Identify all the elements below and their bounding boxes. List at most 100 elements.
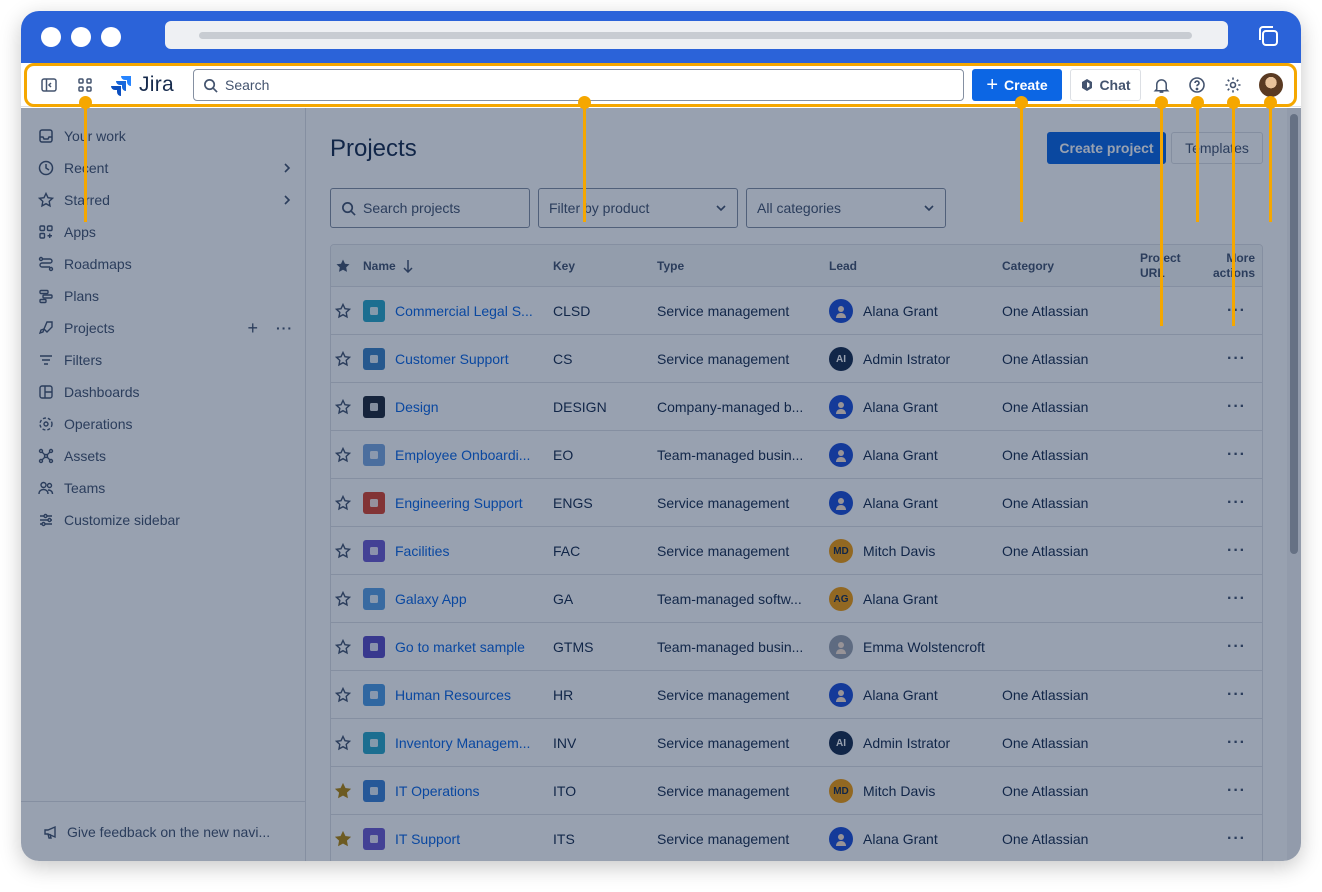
more-actions-icon[interactable]: ··· (1227, 431, 1246, 479)
star-toggle-icon[interactable] (335, 623, 351, 671)
more-actions-icon[interactable]: ··· (1227, 671, 1246, 719)
table-row[interactable]: Facilities FAC Service management MD Mitc… (331, 527, 1262, 575)
project-name-cell[interactable]: IT Support (363, 815, 549, 861)
more-actions-icon[interactable]: ··· (1227, 335, 1246, 383)
table-row[interactable]: Employee Onboardi... EO Team-managed bus… (331, 431, 1262, 479)
project-name-cell[interactable]: Design (363, 383, 549, 431)
project-name-cell[interactable]: Human Resources (363, 671, 549, 719)
more-actions-icon[interactable]: ··· (1227, 479, 1246, 527)
table-row[interactable]: Go to market sample GTMS Team-managed bu… (331, 623, 1262, 671)
filter-by-product-select[interactable]: Filter by product (538, 188, 738, 228)
sidebar-item-teams[interactable]: Teams (37, 472, 293, 504)
project-lead[interactable]: AG Alana Grant (829, 575, 938, 623)
project-name-link[interactable]: Inventory Managem... (395, 735, 530, 751)
sidebar-toggle-icon[interactable] (39, 75, 59, 95)
sidebar-item-dashboards[interactable]: Dashboards (37, 376, 293, 408)
window-close-dot[interactable] (41, 27, 61, 47)
project-name-link[interactable]: Go to market sample (395, 639, 525, 655)
table-row[interactable]: Design DESIGN Company-managed b... Alana… (331, 383, 1262, 431)
more-actions-icon[interactable]: ··· (1227, 383, 1246, 431)
project-name-link[interactable]: Engineering Support (395, 495, 523, 511)
star-toggle-icon[interactable] (335, 527, 351, 575)
sidebar-item-roadmaps[interactable]: Roadmaps (37, 248, 293, 280)
project-name-cell[interactable]: Commercial Legal S... (363, 287, 549, 335)
project-lead[interactable]: MD Mitch Davis (829, 767, 935, 815)
table-row[interactable]: IT Support ITS Service management Alana … (331, 815, 1262, 861)
address-bar[interactable] (165, 21, 1228, 49)
sidebar-item-assets[interactable]: Assets (37, 440, 293, 472)
more-actions-icon[interactable]: ··· (1227, 815, 1246, 861)
table-row[interactable]: IT Operations ITO Service management MD M… (331, 767, 1262, 815)
star-toggle-icon[interactable] (335, 719, 351, 767)
chevron-right-icon[interactable] (281, 194, 293, 206)
more-actions-icon[interactable]: ··· (1227, 287, 1246, 335)
project-name-link[interactable]: Human Resources (395, 687, 511, 703)
project-name-cell[interactable]: Customer Support (363, 335, 549, 383)
project-lead[interactable]: Alana Grant (829, 383, 938, 431)
copy-windows-icon[interactable] (1256, 24, 1280, 48)
app-switcher-icon[interactable] (75, 75, 95, 95)
project-lead[interactable]: Alana Grant (829, 815, 938, 861)
project-name-cell[interactable]: Employee Onboardi... (363, 431, 549, 479)
search-input[interactable] (225, 77, 925, 93)
table-row[interactable]: Commercial Legal S... CLSD Service manag… (331, 287, 1262, 335)
star-toggle-icon[interactable] (335, 383, 351, 431)
notifications-bell-icon[interactable] (1151, 75, 1171, 95)
project-name-link[interactable]: Galaxy App (395, 591, 467, 607)
star-toggle-icon[interactable] (335, 815, 351, 861)
sidebar-item-starred[interactable]: Starred (37, 184, 293, 216)
templates-button[interactable]: Templates (1171, 132, 1263, 164)
all-categories-select[interactable]: All categories (746, 188, 946, 228)
project-name-cell[interactable]: IT Operations (363, 767, 549, 815)
jira-logo[interactable]: Jira (111, 73, 174, 97)
project-name-link[interactable]: Commercial Legal S... (395, 303, 533, 319)
project-lead[interactable]: MD Mitch Davis (829, 527, 935, 575)
star-toggle-icon[interactable] (335, 575, 351, 623)
project-name-link[interactable]: Customer Support (395, 351, 509, 367)
sidebar-item-recent[interactable]: Recent (37, 152, 293, 184)
project-name-link[interactable]: IT Support (395, 831, 460, 847)
table-row[interactable]: Human Resources HR Service management Al… (331, 671, 1262, 719)
table-row[interactable]: Galaxy App GA Team-managed softw... AG Al… (331, 575, 1262, 623)
window-minimize-dot[interactable] (71, 27, 91, 47)
star-toggle-icon[interactable] (335, 479, 351, 527)
project-name-cell[interactable]: Go to market sample (363, 623, 549, 671)
project-lead[interactable]: Alana Grant (829, 479, 938, 527)
project-lead[interactable]: Alana Grant (829, 431, 938, 479)
chevron-right-icon[interactable] (281, 162, 293, 174)
settings-gear-icon[interactable] (1223, 75, 1243, 95)
project-lead[interactable]: AI Admin Istrator (829, 719, 950, 767)
window-maximize-dot[interactable] (101, 27, 121, 47)
star-toggle-icon[interactable] (335, 335, 351, 383)
more-actions-icon[interactable]: ··· (1227, 575, 1246, 623)
project-lead[interactable]: Alana Grant (829, 671, 938, 719)
search-projects-field[interactable]: Search projects (330, 188, 530, 228)
chat-button[interactable]: Chat (1070, 69, 1141, 101)
sidebar-item-plans[interactable]: Plans (37, 280, 293, 312)
sidebar-item-projects[interactable]: Projects + ··· (37, 312, 293, 344)
header-category[interactable]: Category (1002, 245, 1054, 287)
sidebar-item-filters[interactable]: Filters (37, 344, 293, 376)
project-name-link[interactable]: Design (395, 399, 439, 415)
project-name-cell[interactable]: Engineering Support (363, 479, 549, 527)
table-row[interactable]: Customer Support CS Service management A… (331, 335, 1262, 383)
add-project-icon[interactable]: + (247, 319, 258, 337)
project-name-link[interactable]: IT Operations (395, 783, 480, 799)
table-row[interactable]: Inventory Managem... INV Service managem… (331, 719, 1262, 767)
sidebar-item-your-work[interactable]: Your work (37, 120, 293, 152)
star-toggle-icon[interactable] (335, 767, 351, 815)
more-actions-icon[interactable]: ··· (1227, 527, 1246, 575)
sidebar-item-apps[interactable]: Apps (37, 216, 293, 248)
sidebar-item-customize-sidebar[interactable]: Customize sidebar (37, 504, 293, 536)
header-lead[interactable]: Lead (829, 245, 857, 287)
more-actions-icon[interactable]: ··· (1227, 767, 1246, 815)
project-lead[interactable]: Alana Grant (829, 287, 938, 335)
project-lead[interactable]: AI Admin Istrator (829, 335, 950, 383)
more-actions-icon[interactable]: ··· (1227, 719, 1246, 767)
scrollbar-thumb[interactable] (1290, 114, 1298, 554)
project-name-cell[interactable]: Galaxy App (363, 575, 549, 623)
give-feedback-link[interactable]: Give feedback on the new navi... (21, 801, 306, 861)
header-key[interactable]: Key (553, 245, 575, 287)
global-search[interactable] (193, 69, 964, 101)
table-row[interactable]: Engineering Support ENGS Service managem… (331, 479, 1262, 527)
